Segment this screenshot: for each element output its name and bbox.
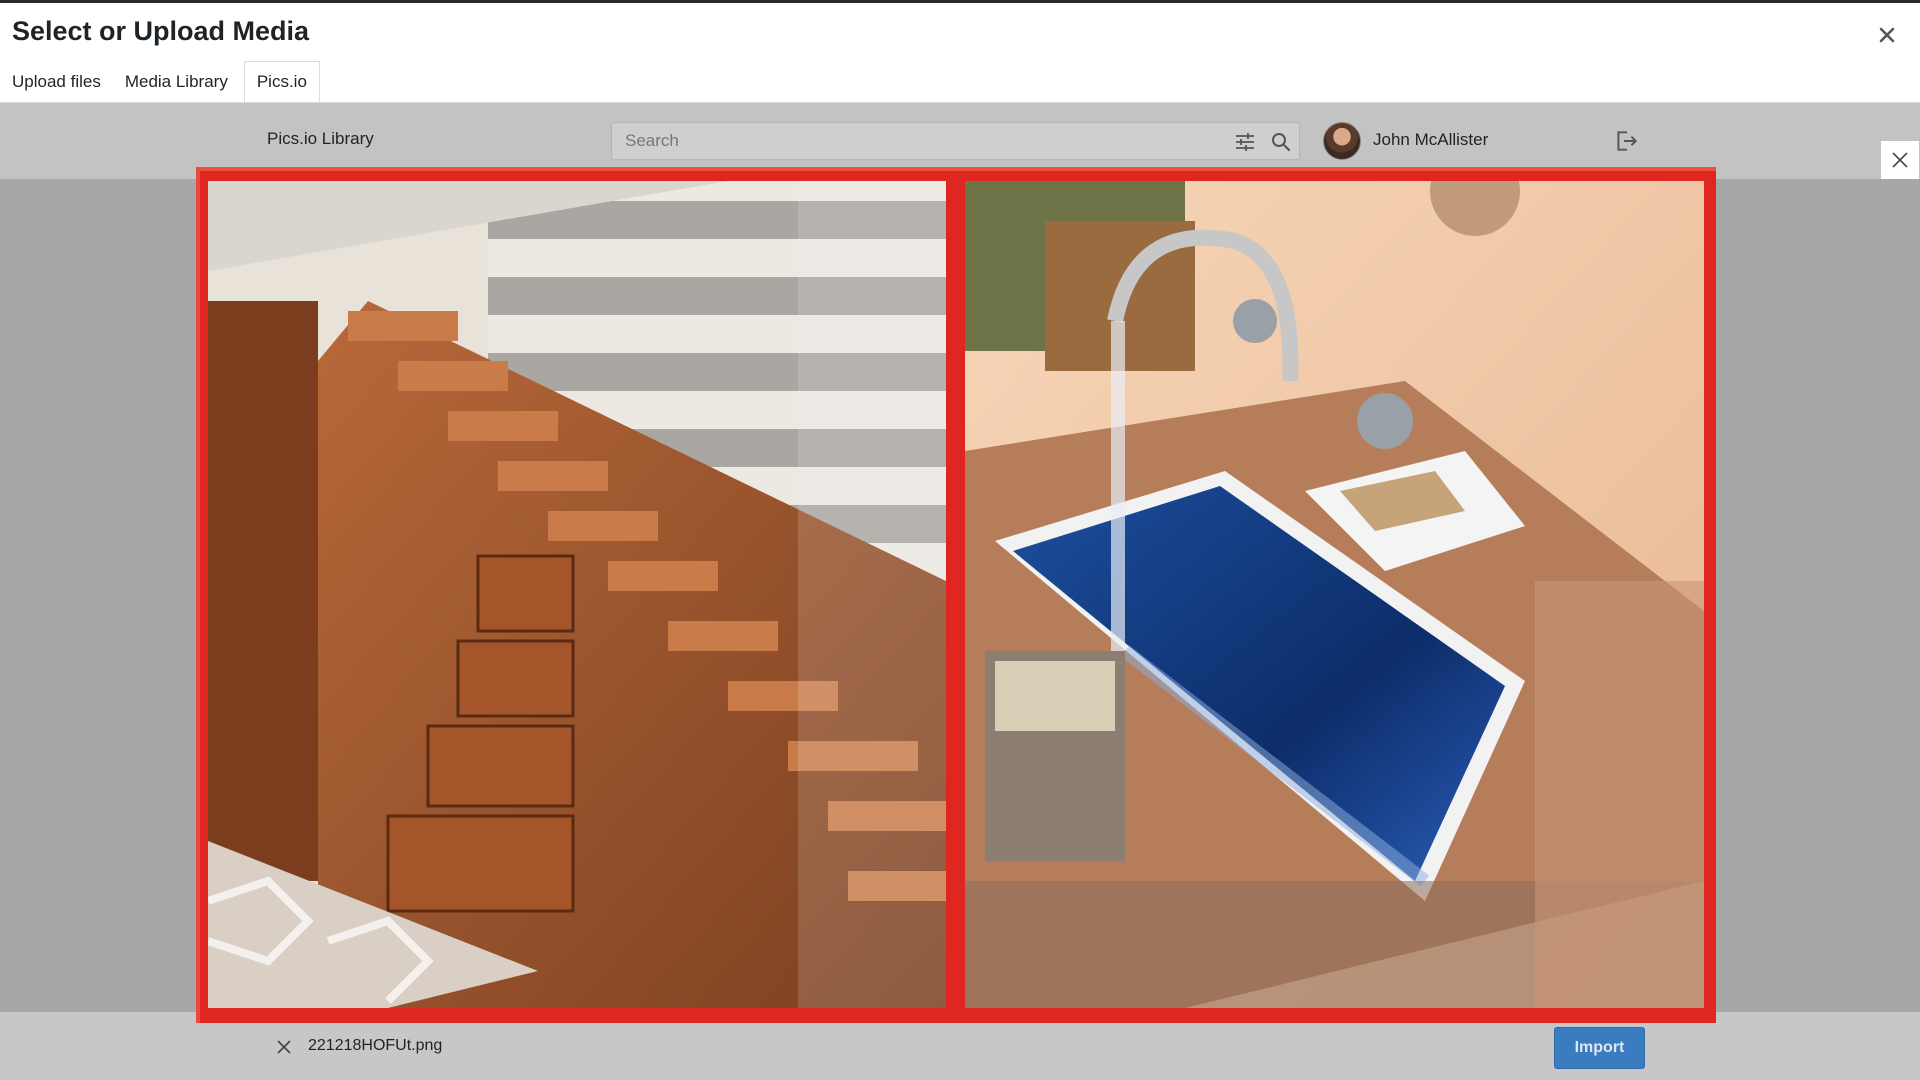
search-icon[interactable] xyxy=(1269,130,1293,154)
sliders-icon[interactable] xyxy=(1233,130,1257,154)
close-icon xyxy=(1879,27,1895,43)
close-icon xyxy=(1892,152,1908,168)
modal-title: Select or Upload Media xyxy=(12,16,310,46)
tab-upload-files[interactable]: Upload files xyxy=(0,61,113,103)
media-modal: Select or Upload Media Upload files Medi… xyxy=(0,0,1920,1080)
tab-pics-io[interactable]: Pics.io xyxy=(243,61,320,103)
preview-close-button[interactable] xyxy=(1881,141,1919,179)
close-icon[interactable] xyxy=(274,1037,294,1057)
picsio-panel: Pics.io Library John McAllister xyxy=(0,103,1920,1080)
user-avatar[interactable] xyxy=(1323,122,1361,160)
import-button[interactable]: Import xyxy=(1554,1027,1645,1069)
tab-media-library[interactable]: Media Library xyxy=(113,61,240,103)
selected-file-name: 221218HOFUt.png xyxy=(308,1037,443,1054)
staircase-image xyxy=(208,181,946,1008)
library-title: Pics.io Library xyxy=(267,129,374,148)
modal-close-button[interactable] xyxy=(1872,20,1902,50)
tab-bar: Upload files Media Library Pics.io xyxy=(0,61,320,103)
search-input[interactable] xyxy=(612,123,1212,159)
search-box xyxy=(611,122,1300,160)
user-name: John McAllister xyxy=(1373,130,1489,149)
image-preview xyxy=(196,167,1716,1023)
sink-image xyxy=(965,181,1704,1008)
logout-icon[interactable] xyxy=(1613,128,1639,154)
top-border xyxy=(0,0,1920,3)
